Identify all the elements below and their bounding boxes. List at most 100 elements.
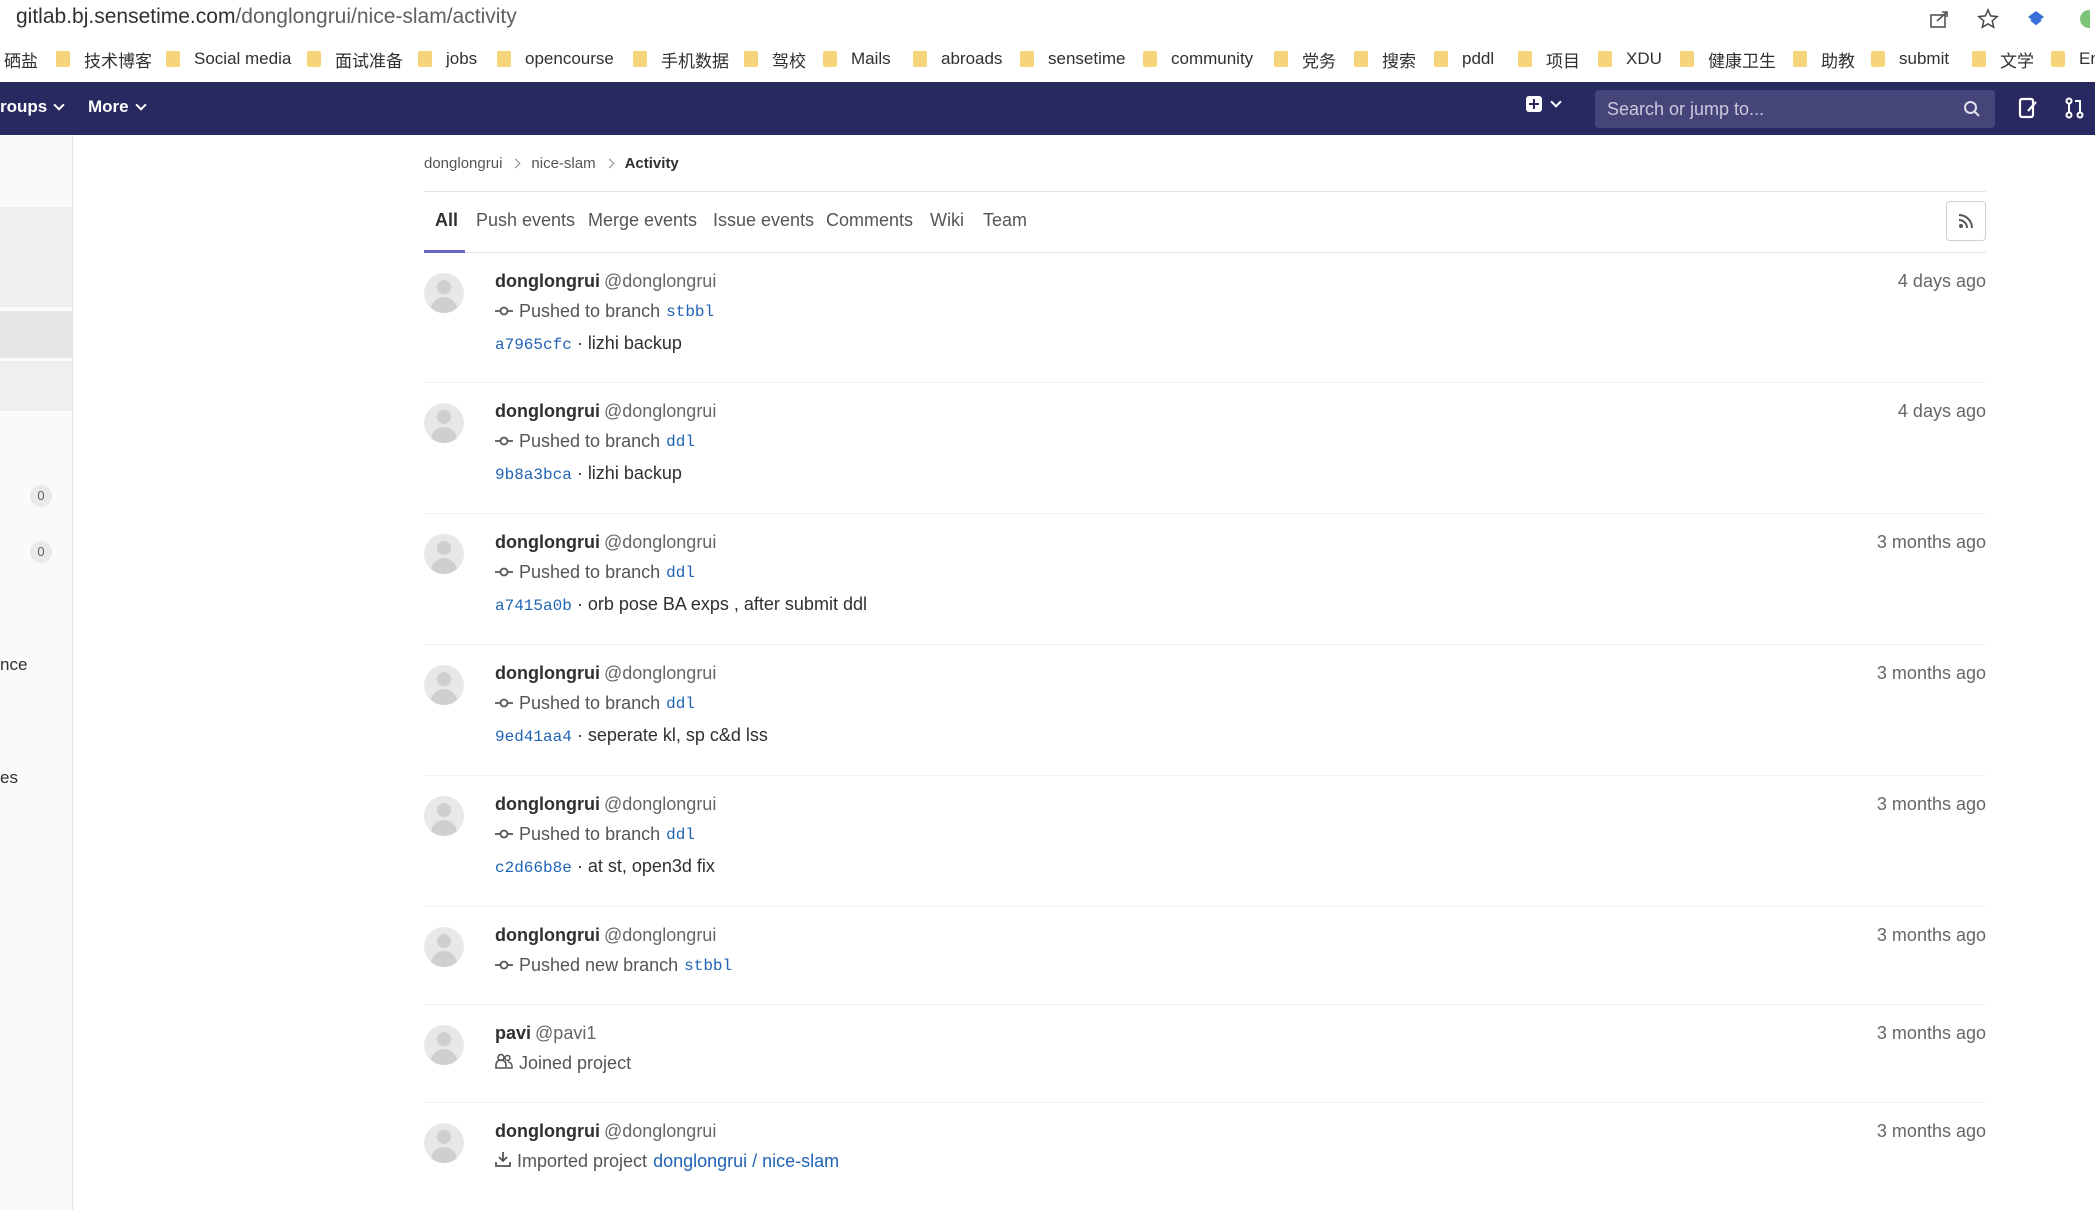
- search-icon[interactable]: [1963, 100, 1981, 123]
- bookmark-folder[interactable]: Mails: [823, 44, 891, 74]
- event-item: pavi @pavi1 3 months ago Joined project: [424, 1005, 1986, 1103]
- commit-sha-link[interactable]: a7965cfc: [495, 336, 572, 354]
- bookmark-label: 搜索: [1382, 51, 1416, 71]
- count-badge: 0: [30, 541, 52, 563]
- event-author[interactable]: pavi: [495, 1023, 531, 1043]
- tab-comments[interactable]: Comments: [826, 210, 913, 231]
- bookmark-folder[interactable]: Social media: [166, 44, 291, 74]
- avatar[interactable]: [424, 1025, 464, 1065]
- more-menu[interactable]: More: [88, 97, 147, 117]
- bookmark-folder[interactable]: community: [1143, 44, 1253, 74]
- bookmark-folder[interactable]: 手机数据: [633, 44, 729, 74]
- branch-link[interactable]: ddl: [666, 564, 695, 582]
- extension-icon[interactable]: [2025, 8, 2047, 30]
- sidebar-item[interactable]: [0, 361, 72, 411]
- bookmark-folder[interactable]: 技术博客: [56, 44, 152, 74]
- share-icon[interactable]: [1929, 8, 1951, 30]
- branch-link[interactable]: stbbl: [666, 303, 714, 321]
- event-author[interactable]: donglongrui: [495, 794, 600, 814]
- bookmark-folder[interactable]: 党务: [1274, 44, 1336, 74]
- bookmark-folder[interactable]: 健康卫生: [1680, 44, 1776, 74]
- folder-icon: [913, 51, 927, 67]
- star-icon[interactable]: [1977, 8, 1999, 30]
- sidebar-item-label[interactable]: nce: [0, 655, 27, 675]
- avatar[interactable]: [424, 665, 464, 705]
- avatar[interactable]: [424, 927, 464, 967]
- event-handle: @donglongrui: [603, 271, 717, 291]
- sidebar-item[interactable]: [0, 207, 72, 307]
- breadcrumb-current[interactable]: Activity: [625, 155, 679, 172]
- event-handle: @donglongrui: [603, 663, 717, 683]
- tab-push-events[interactable]: Push events: [476, 210, 575, 231]
- tab-all[interactable]: All: [435, 210, 458, 231]
- more-menu-label: More: [88, 97, 129, 116]
- project-link[interactable]: donglongrui / nice-slam: [653, 1151, 839, 1172]
- rss-feed-button[interactable]: [1946, 201, 1986, 241]
- new-item-dropdown[interactable]: [1526, 96, 1562, 112]
- commit-icon: [495, 301, 513, 322]
- event-author[interactable]: donglongrui: [495, 1121, 600, 1141]
- branch-link[interactable]: ddl: [666, 695, 695, 713]
- bookmark-folder[interactable]: 面试准备: [307, 44, 403, 74]
- avatar[interactable]: [424, 796, 464, 836]
- folder-icon: [56, 51, 70, 67]
- branch-link[interactable]: ddl: [666, 826, 695, 844]
- event-author[interactable]: donglongrui: [495, 663, 600, 683]
- bookmark-folder[interactable]: 项目: [1518, 44, 1580, 74]
- folder-icon: [1020, 51, 1034, 67]
- groups-menu[interactable]: roups: [0, 97, 65, 117]
- issues-icon[interactable]: [2016, 96, 2040, 120]
- bookmark-folder[interactable]: 助教: [1793, 44, 1855, 74]
- branch-link[interactable]: ddl: [666, 433, 695, 451]
- commit-sha-link[interactable]: a7415a0b: [495, 597, 572, 615]
- breadcrumb-link[interactable]: donglongrui: [424, 155, 502, 172]
- search-input[interactable]: [1607, 90, 1947, 128]
- bookmark-folder[interactable]: abroads: [913, 44, 1002, 74]
- commit-message: at st, open3d fix: [587, 856, 715, 876]
- tab-wiki[interactable]: Wiki: [930, 210, 964, 231]
- commit-message: orb pose BA exps , after submit ddl: [587, 594, 867, 614]
- tab-team[interactable]: Team: [983, 210, 1027, 231]
- branch-link[interactable]: stbbl: [684, 957, 732, 975]
- bookmark-item[interactable]: 硒盐: [4, 44, 38, 74]
- bookmark-folder[interactable]: jobs: [418, 44, 477, 74]
- profile-icon[interactable]: [2073, 8, 2095, 30]
- bookmark-folder[interactable]: 搜索: [1354, 44, 1416, 74]
- bookmark-label: 硒盐: [4, 51, 38, 71]
- avatar[interactable]: [424, 1123, 464, 1163]
- bookmark-folder[interactable]: submit: [1871, 44, 1949, 74]
- bookmarks-bar: 硒盐 技术博客 Social media 面试准备 jobs opencours…: [0, 44, 2095, 74]
- event-author[interactable]: donglongrui: [495, 532, 600, 552]
- event-item: donglongrui @donglongrui 3 months ago Imp…: [424, 1103, 1986, 1213]
- bookmark-label: 项目: [1546, 51, 1580, 71]
- avatar[interactable]: [424, 273, 464, 313]
- avatar[interactable]: [424, 534, 464, 574]
- breadcrumb-link[interactable]: nice-slam: [531, 155, 595, 172]
- commit-sha-link[interactable]: c2d66b8e: [495, 859, 572, 877]
- bookmark-folder[interactable]: 文学: [1972, 44, 2034, 74]
- url-host: gitlab.bj.sensetime.com: [16, 5, 236, 28]
- tab-issue-events[interactable]: Issue events: [713, 210, 814, 231]
- bookmark-folder[interactable]: XDU: [1598, 44, 1662, 74]
- event-author[interactable]: donglongrui: [495, 925, 600, 945]
- bookmark-folder[interactable]: opencourse: [497, 44, 614, 74]
- event-author[interactable]: donglongrui: [495, 271, 600, 291]
- users-icon: [495, 1053, 513, 1074]
- sidebar-item-active[interactable]: [0, 311, 72, 358]
- bookmark-folder[interactable]: En: [2051, 44, 2095, 74]
- avatar[interactable]: [424, 403, 464, 443]
- bookmark-label: 面试准备: [335, 51, 403, 71]
- url-field[interactable]: gitlab.bj.sensetime.com/donglongrui/nice…: [16, 5, 517, 29]
- commit-sha-link[interactable]: 9b8a3bca: [495, 466, 572, 484]
- bookmark-folder[interactable]: 驾校: [744, 44, 806, 74]
- merge-request-icon[interactable]: [2063, 96, 2087, 120]
- project-sidebar: 0 0 nce es: [0, 135, 73, 1210]
- folder-icon: [1274, 51, 1288, 67]
- event-author[interactable]: donglongrui: [495, 401, 600, 421]
- event-time: 4 days ago: [1897, 401, 1986, 421]
- tab-merge-events[interactable]: Merge events: [588, 210, 697, 231]
- bookmark-folder[interactable]: sensetime: [1020, 44, 1125, 74]
- sidebar-item-label[interactable]: es: [0, 768, 18, 788]
- commit-sha-link[interactable]: 9ed41aa4: [495, 728, 572, 746]
- bookmark-folder[interactable]: pddl: [1434, 44, 1494, 74]
